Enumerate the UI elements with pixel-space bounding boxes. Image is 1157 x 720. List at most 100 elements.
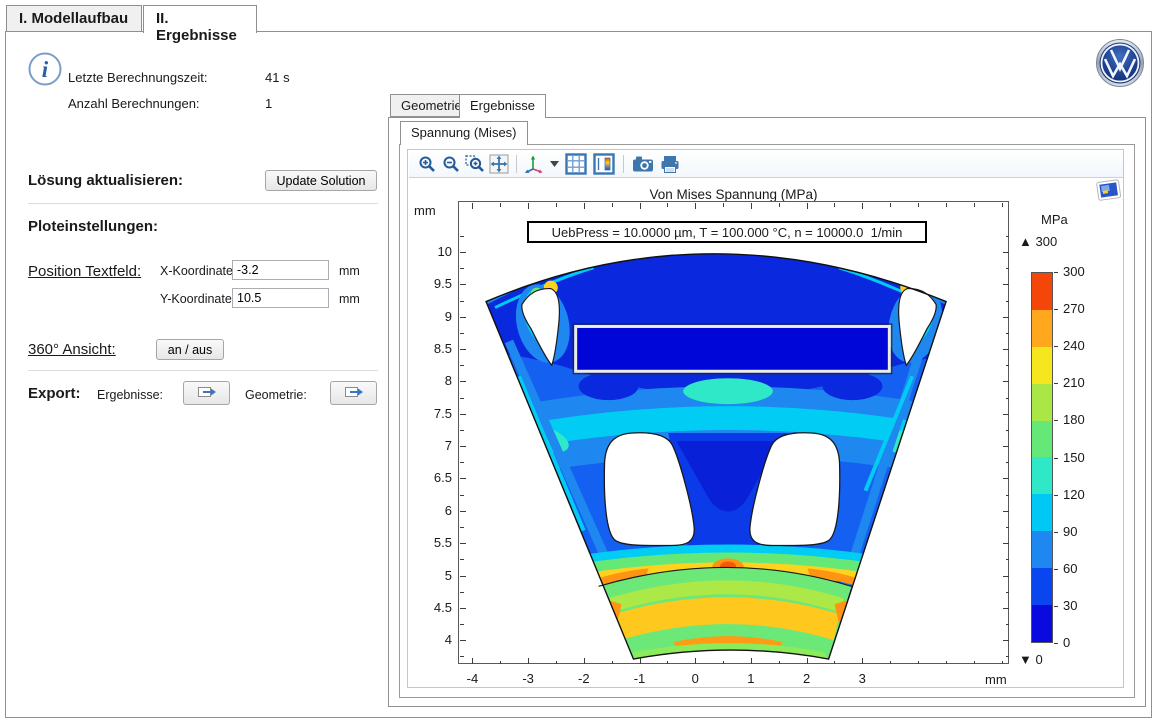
export-geometry-label: Geometrie: bbox=[245, 388, 307, 402]
snapshot-camera-icon[interactable] bbox=[629, 153, 657, 175]
colorbar-tick-label: 150 bbox=[1063, 450, 1085, 465]
colorbar bbox=[1031, 272, 1053, 643]
update-solution-button[interactable]: Update Solution bbox=[265, 170, 377, 191]
x-axis-unit: mm bbox=[985, 672, 1007, 687]
legend-unit: MPa bbox=[1041, 212, 1068, 227]
colorbar-tick-label: 0 bbox=[1063, 635, 1070, 650]
last-computation-label: Letzte Berechnungszeit: bbox=[68, 70, 207, 85]
colorbar-tick-label: 240 bbox=[1063, 338, 1085, 353]
plot-settings-title: Ploteinstellungen: bbox=[28, 218, 158, 235]
divider bbox=[28, 203, 378, 204]
view360-label: 360° Ansicht: bbox=[28, 341, 116, 358]
zoom-in-icon[interactable] bbox=[415, 153, 439, 175]
colorbar-segment bbox=[1032, 568, 1052, 605]
x-tick-label: 1 bbox=[731, 671, 771, 686]
x-tick-label: -2 bbox=[564, 671, 604, 686]
y-tick-label: 8.5 bbox=[412, 341, 452, 356]
tab-ergebnisse-right[interactable]: Ergebnisse bbox=[459, 94, 546, 118]
colorbar-segment bbox=[1032, 605, 1052, 642]
y-tick-label: 7 bbox=[412, 438, 452, 453]
colorbar-tick bbox=[1054, 458, 1058, 459]
graphics-panel: Von Mises Spannung (MPa) mm mm bbox=[407, 149, 1124, 688]
y-unit-label: mm bbox=[339, 292, 360, 306]
y-tick-label: 4 bbox=[412, 632, 452, 647]
computation-count-label: Anzahl Berechnungen: bbox=[68, 96, 200, 111]
colorbar-tick bbox=[1054, 569, 1058, 570]
zoom-box-icon[interactable] bbox=[463, 153, 487, 175]
colorbar-tick-label: 180 bbox=[1063, 412, 1085, 427]
colorbar-tick-label: 300 bbox=[1063, 264, 1085, 279]
grid-toggle-icon[interactable] bbox=[562, 153, 590, 175]
y-coordinate-input[interactable] bbox=[232, 288, 329, 308]
y-tick-label: 4.5 bbox=[412, 600, 452, 615]
colorbar-tick bbox=[1054, 383, 1058, 384]
colorbar-segment bbox=[1032, 421, 1052, 458]
x-tick-label: 3 bbox=[842, 671, 882, 686]
colorbar-tick-label: 270 bbox=[1063, 301, 1085, 316]
tab-ergebnisse-right-label: Ergebnisse bbox=[470, 98, 535, 113]
colorbar-segment bbox=[1032, 384, 1052, 421]
position-textfield-label: Position Textfeld: bbox=[28, 263, 141, 280]
tab-spannung-mises-label: Spannung (Mises) bbox=[411, 125, 517, 140]
x-coordinate-input[interactable] bbox=[232, 260, 329, 280]
export-icon bbox=[343, 384, 364, 400]
vw-logo bbox=[1095, 38, 1145, 93]
y-axis-unit: mm bbox=[414, 203, 436, 218]
y-tick-label: 10 bbox=[412, 244, 452, 259]
y-tick-label: 5.5 bbox=[412, 535, 452, 550]
plot-area[interactable]: UebPress = 10.0000 µm, T = 100.000 °C, n… bbox=[458, 201, 1009, 664]
application-window: I. Modellaufbau II. Ergebnisse i Letzte … bbox=[0, 0, 1157, 720]
x-coordinate-label: X-Koordinate: bbox=[160, 264, 236, 278]
x-tick-label: -4 bbox=[452, 671, 492, 686]
colorbar-tick-label: 210 bbox=[1063, 375, 1085, 390]
x-tick-label: 0 bbox=[675, 671, 715, 686]
colorbar-tick-label: 60 bbox=[1063, 561, 1077, 576]
divider bbox=[28, 370, 378, 371]
colorbar-tick bbox=[1054, 272, 1058, 273]
export-label: Export: bbox=[28, 385, 81, 402]
x-tick-label: 2 bbox=[787, 671, 827, 686]
colorbar-segment bbox=[1032, 273, 1052, 310]
parameter-annotation: UebPress = 10.0000 µm, T = 100.000 °C, n… bbox=[527, 221, 927, 243]
y-tick-label: 8 bbox=[412, 373, 452, 388]
info-icon: i bbox=[27, 51, 63, 92]
export-geometry-button[interactable] bbox=[330, 381, 377, 405]
colorbar-segment bbox=[1032, 457, 1052, 494]
toolbar-separator bbox=[516, 155, 517, 173]
colorbar-tick-label: 30 bbox=[1063, 598, 1077, 613]
stress-field-plot bbox=[459, 202, 1008, 663]
tab-ergebnisse[interactable]: II. Ergebnisse bbox=[143, 5, 257, 33]
zoom-extents-icon[interactable] bbox=[487, 153, 511, 175]
legend-min-marker: ▼ 0 bbox=[1019, 652, 1043, 667]
print-icon[interactable] bbox=[657, 153, 683, 175]
colorbar-tick bbox=[1054, 420, 1058, 421]
y-tick-label: 9.5 bbox=[412, 276, 452, 291]
y-tick-label: 7.5 bbox=[412, 406, 452, 421]
colorbar-toggle-icon[interactable] bbox=[590, 153, 618, 175]
magnet-slot bbox=[576, 326, 890, 371]
y-coordinate-label: Y-Koordinate: bbox=[160, 292, 235, 306]
last-computation-value: 41 s bbox=[265, 70, 290, 85]
toolbar-separator bbox=[623, 155, 624, 173]
y-tick-label: 6 bbox=[412, 503, 452, 518]
legend-max-marker: ▲ 300 bbox=[1019, 234, 1057, 249]
tab-ergebnisse-label: II. Ergebnisse bbox=[156, 10, 237, 44]
zoom-out-icon[interactable] bbox=[439, 153, 463, 175]
graphics-toolbar bbox=[409, 151, 1123, 178]
tab-spannung-mises[interactable]: Spannung (Mises) bbox=[400, 121, 528, 145]
colorbar-tick-label: 120 bbox=[1063, 487, 1085, 502]
x-unit-label: mm bbox=[339, 264, 360, 278]
y-tick-label: 9 bbox=[412, 309, 452, 324]
plot-thumbnail-icon[interactable] bbox=[1095, 178, 1122, 206]
export-results-button[interactable] bbox=[183, 381, 230, 405]
colorbar-tick bbox=[1054, 309, 1058, 310]
colorbar-tick bbox=[1054, 346, 1058, 347]
export-icon bbox=[196, 384, 217, 400]
colorbar-segment bbox=[1032, 347, 1052, 384]
colorbar-tick bbox=[1054, 532, 1058, 533]
tab-modellaufbau[interactable]: I. Modellaufbau bbox=[6, 5, 142, 32]
orientation-axes-icon[interactable] bbox=[522, 153, 546, 175]
dropdown-caret-icon[interactable] bbox=[546, 153, 562, 175]
view360-toggle-button[interactable]: an / aus bbox=[156, 339, 224, 360]
y-tick-label: 5 bbox=[412, 568, 452, 583]
